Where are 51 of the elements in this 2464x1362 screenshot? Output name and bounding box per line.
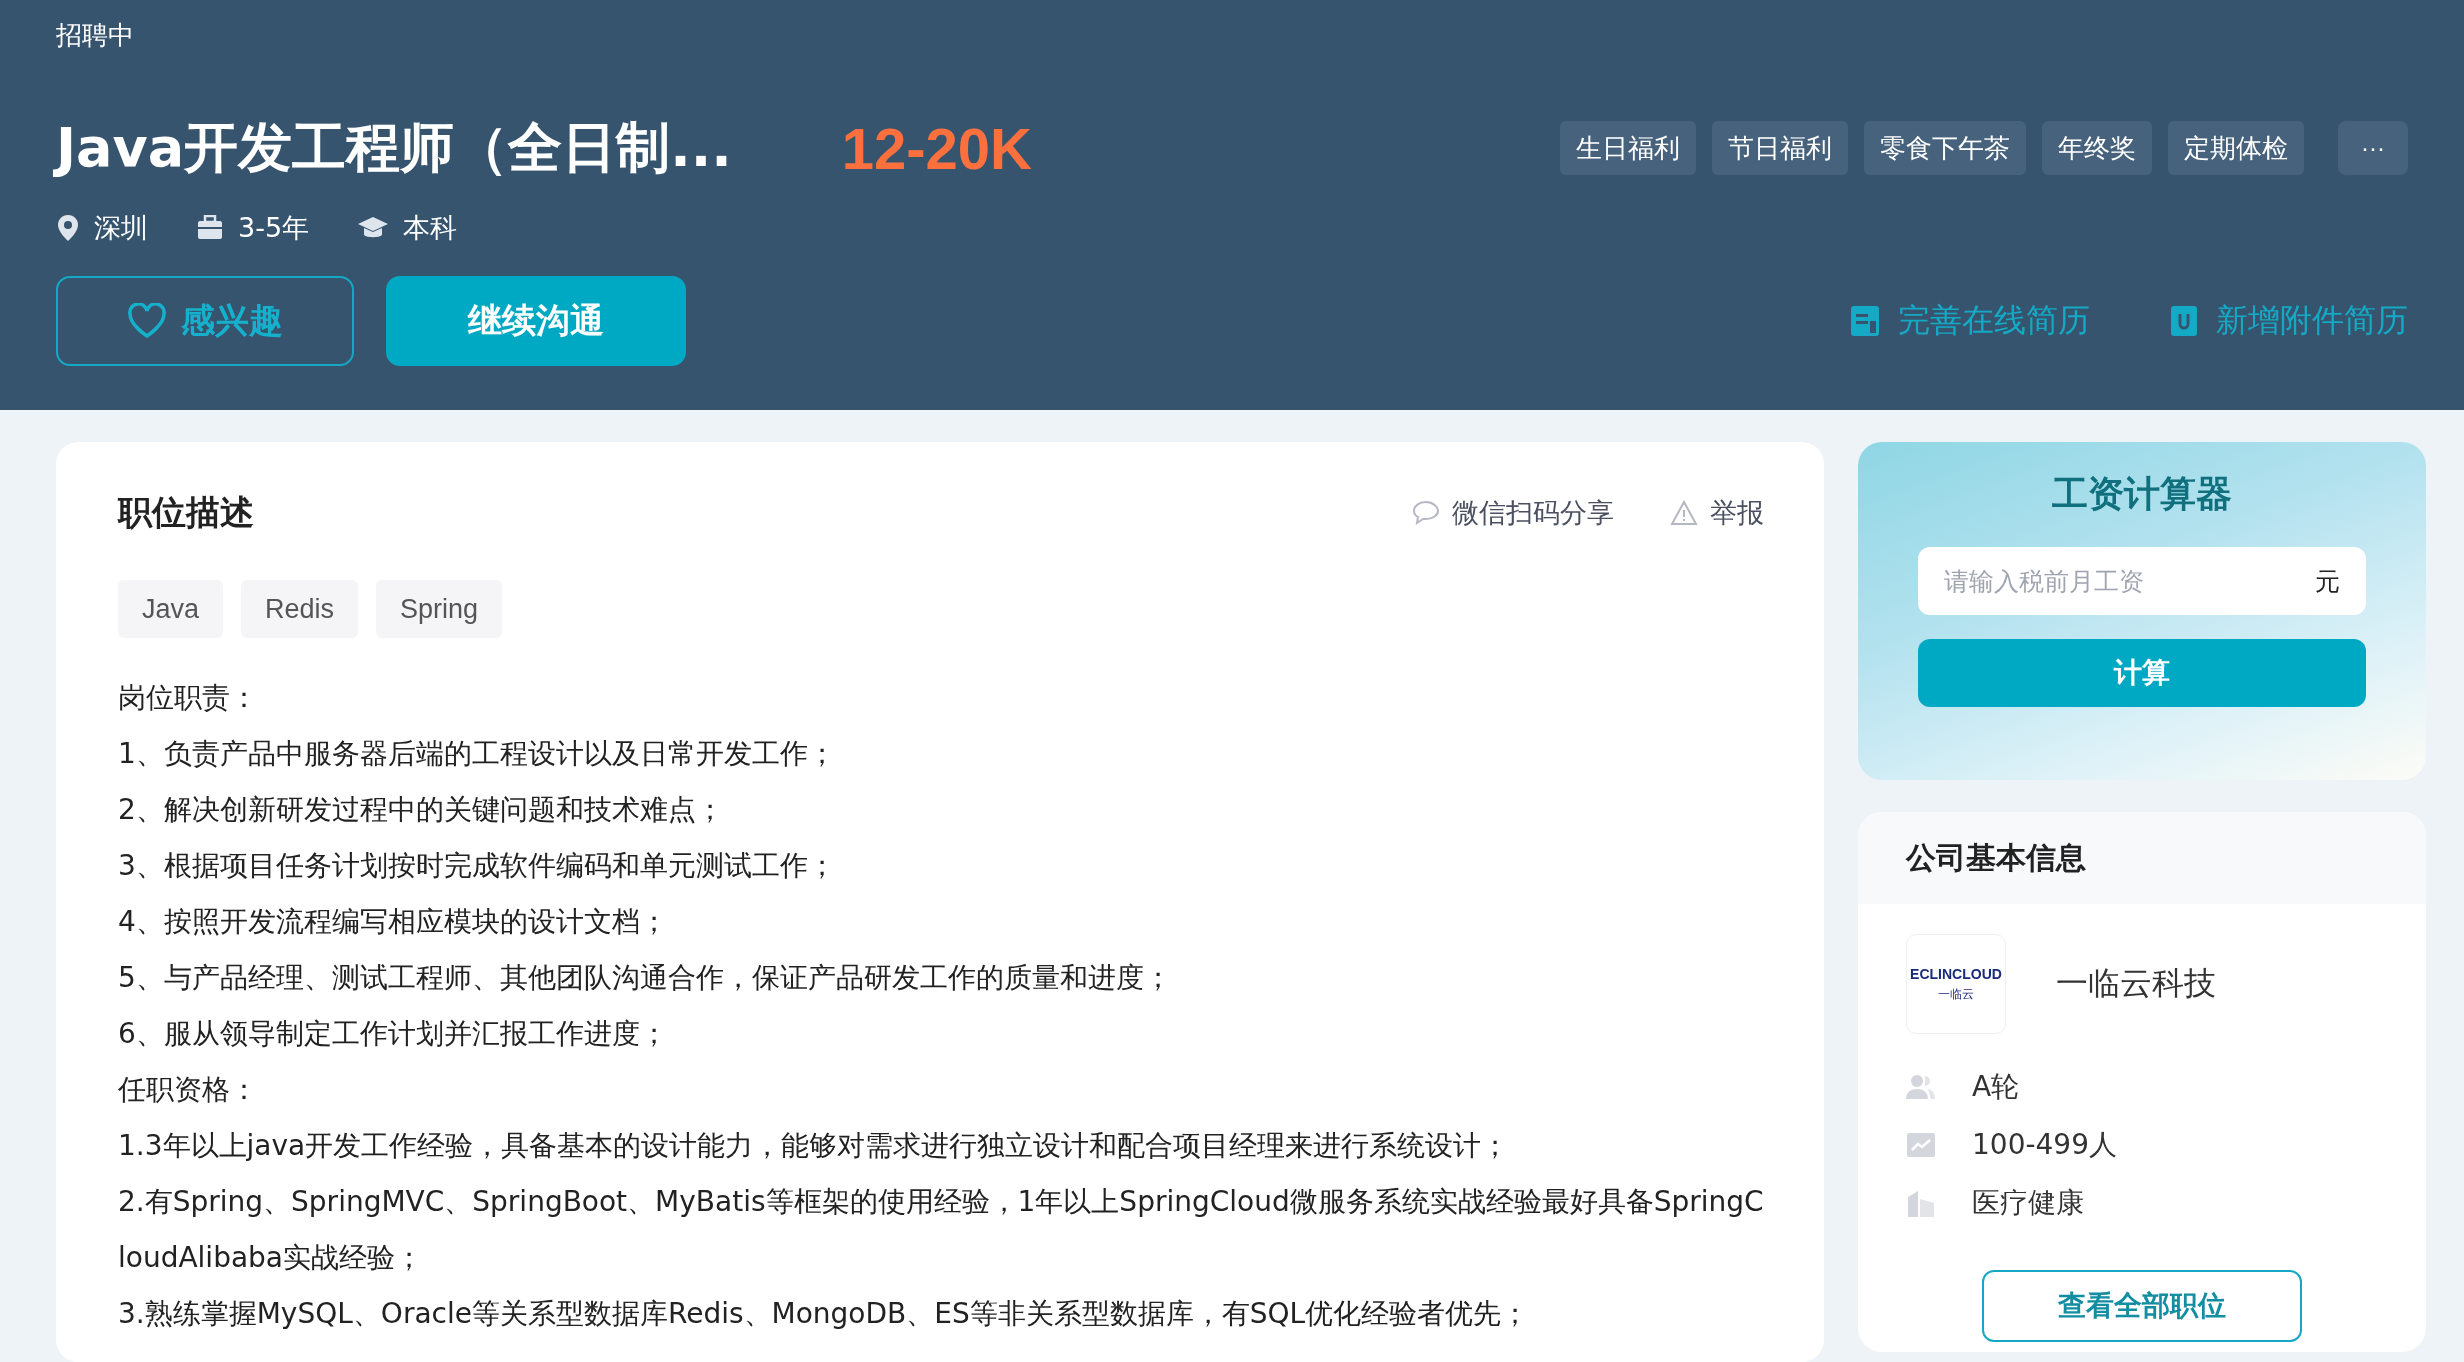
calculate-button[interactable]: 计算 <box>1918 639 2366 707</box>
description-line: 1.3年以上java开发工作经验，具备基本的设计能力，能够对需求进行独立设计和配合项目经理来进行系统设计； <box>118 1128 1511 1164</box>
report-link[interactable]: 举报 <box>1670 495 1764 531</box>
description-line: 2.有Spring、SpringMVC、SpringBoot、MyBatis等框架的使用经验，1年以上SpringCloud微服务系统实战经验最好具备SpringCloudAlibaba实战经验； <box>118 1184 1764 1276</box>
chat-button[interactable]: 继续沟通 <box>386 276 686 366</box>
section-title: 职位描述 <box>118 491 254 534</box>
currency-unit: 元 <box>2315 566 2340 598</box>
people-icon <box>1906 1073 1936 1101</box>
warning-icon <box>1670 500 1698 526</box>
heart-icon <box>127 303 167 339</box>
skill-tag: Java <box>118 580 224 638</box>
skill-tag: Redis <box>241 580 359 638</box>
interest-button[interactable]: 感兴趣 <box>56 276 354 366</box>
job-requirement: 深圳 <box>94 211 148 245</box>
company-fact: A轮 <box>1972 1069 2020 1105</box>
job-requirement: 3-5年 <box>238 211 310 245</box>
briefcase-icon <box>196 215 224 241</box>
benefit-tag: 定期体检 <box>2168 121 2304 175</box>
benefit-tag: 零食下午茶 <box>1864 121 2026 175</box>
company-logo: ECLINCLOUD 一临云 <box>1906 934 2006 1034</box>
more-button[interactable]: ··· <box>2338 121 2408 175</box>
company-fact: 100-499人 <box>1972 1127 2117 1163</box>
company-name[interactable]: 一临云科技 <box>2056 962 2216 1006</box>
benefit-tag: 年终奖 <box>2042 121 2152 175</box>
all-jobs-button[interactable]: 查看全部职位 <box>1982 1270 2302 1342</box>
building-icon <box>1906 1189 1936 1217</box>
section-title: 公司基本信息 <box>1906 838 2086 877</box>
resume-link[interactable]: 新增附件简历 <box>2170 299 2408 343</box>
calculator-title: 工资计算器 <box>2052 472 2232 516</box>
company-fact: 医疗健康 <box>1972 1185 2084 1221</box>
benefit-tag: 生日福利 <box>1560 121 1696 175</box>
description-line: 3.熟练掌握MySQL、Oracle等关系型数据库Redis、MongoDB、ES等非关系型数据库，有SQL优化经验者优先； <box>118 1296 1531 1332</box>
resume-link[interactable]: 完善在线简历 <box>1850 299 2090 343</box>
description-line: 5、与产品经理、测试工程师、其他团队沟通合作，保证产品研发工作的质量和进度； <box>118 960 1173 996</box>
chat-bubble-icon <box>1412 500 1440 526</box>
description-line: 任职资格： <box>118 1072 259 1108</box>
description-line: 岗位职责： <box>118 680 259 716</box>
share-link[interactable]: 微信扫码分享 <box>1412 495 1614 531</box>
job-requirement: 本科 <box>403 211 458 245</box>
location-pin-icon <box>56 214 80 242</box>
description-line: 2、解决创新研发过程中的关键问题和技术难点； <box>118 792 725 828</box>
skill-tag: Spring <box>376 580 503 638</box>
document-icon <box>1850 305 1880 337</box>
growth-chart-icon <box>1906 1131 1936 1159</box>
description-line: 6、服从领导制定工作计划并汇报工作进度； <box>118 1016 669 1052</box>
benefit-tag: 节日福利 <box>1712 121 1848 175</box>
description-line: 1、负责产品中服务器后端的工程设计以及日常开发工作； <box>118 736 837 772</box>
status-label: 招聘中 <box>56 20 134 50</box>
description-line: 4、按照开发流程编写相应模块的设计文档； <box>118 904 669 940</box>
salary-range: 12-20K <box>841 114 1032 182</box>
description-line: 3、根据项目任务计划按时完成软件编码和单元测试工作； <box>118 848 837 884</box>
